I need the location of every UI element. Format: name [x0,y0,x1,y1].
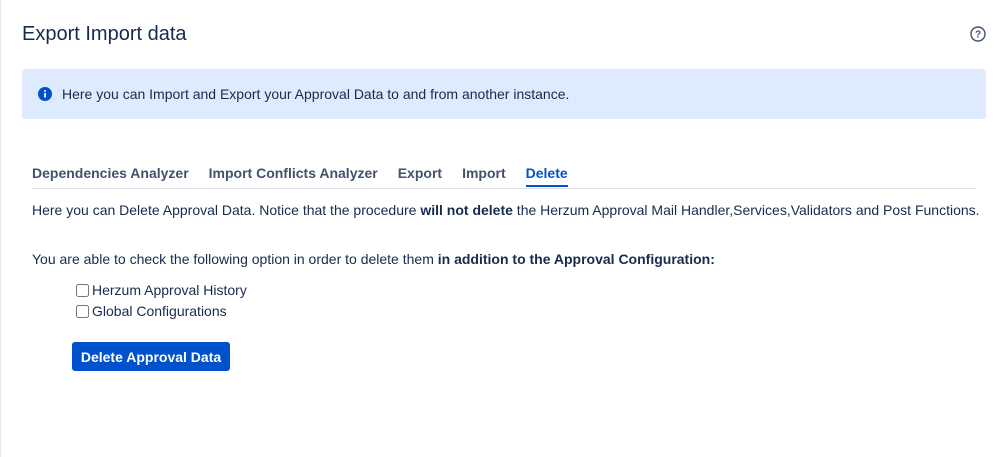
left-divider [0,0,1,457]
tab-dependencies-analyzer[interactable]: Dependencies Analyzer [32,165,189,187]
option-herzum-approval-history[interactable]: Herzum Approval History [76,282,247,298]
notice-text: Here you can Delete Approval Data. Notic… [32,202,421,218]
delete-approval-data-button[interactable]: Delete Approval Data [72,342,230,371]
tab-export[interactable]: Export [398,165,442,187]
delete-notice: Here you can Delete Approval Data. Notic… [32,202,980,218]
help-icon[interactable]: ? [970,26,986,42]
notice-text-end: the Herzum Approval Mail Handler,Service… [512,202,980,218]
global-configurations-label: Global Configurations [92,303,227,319]
global-configurations-checkbox[interactable] [76,304,89,318]
svg-text:?: ? [975,30,981,41]
herzum-approval-history-label: Herzum Approval History [92,282,247,298]
tab-import-conflicts-analyzer[interactable]: Import Conflicts Analyzer [209,165,378,187]
option-instruction-emphasis: in addition to the Approval Configuratio… [437,251,715,267]
info-icon [38,87,52,101]
herzum-approval-history-checkbox[interactable] [76,283,89,297]
option-global-configurations[interactable]: Global Configurations [76,303,227,319]
page-title: Export Import data [22,23,187,45]
tab-bar: Dependencies Analyzer Import Conflicts A… [32,165,976,189]
notice-emphasis: will not delete [420,202,513,218]
info-text: Here you can Import and Export your Appr… [62,86,570,102]
tab-delete[interactable]: Delete [525,165,568,187]
tab-import[interactable]: Import [462,165,506,187]
info-banner: Here you can Import and Export your Appr… [22,69,986,119]
option-instruction: You are able to check the following opti… [32,251,715,267]
option-instruction-text: You are able to check the following opti… [32,251,438,267]
